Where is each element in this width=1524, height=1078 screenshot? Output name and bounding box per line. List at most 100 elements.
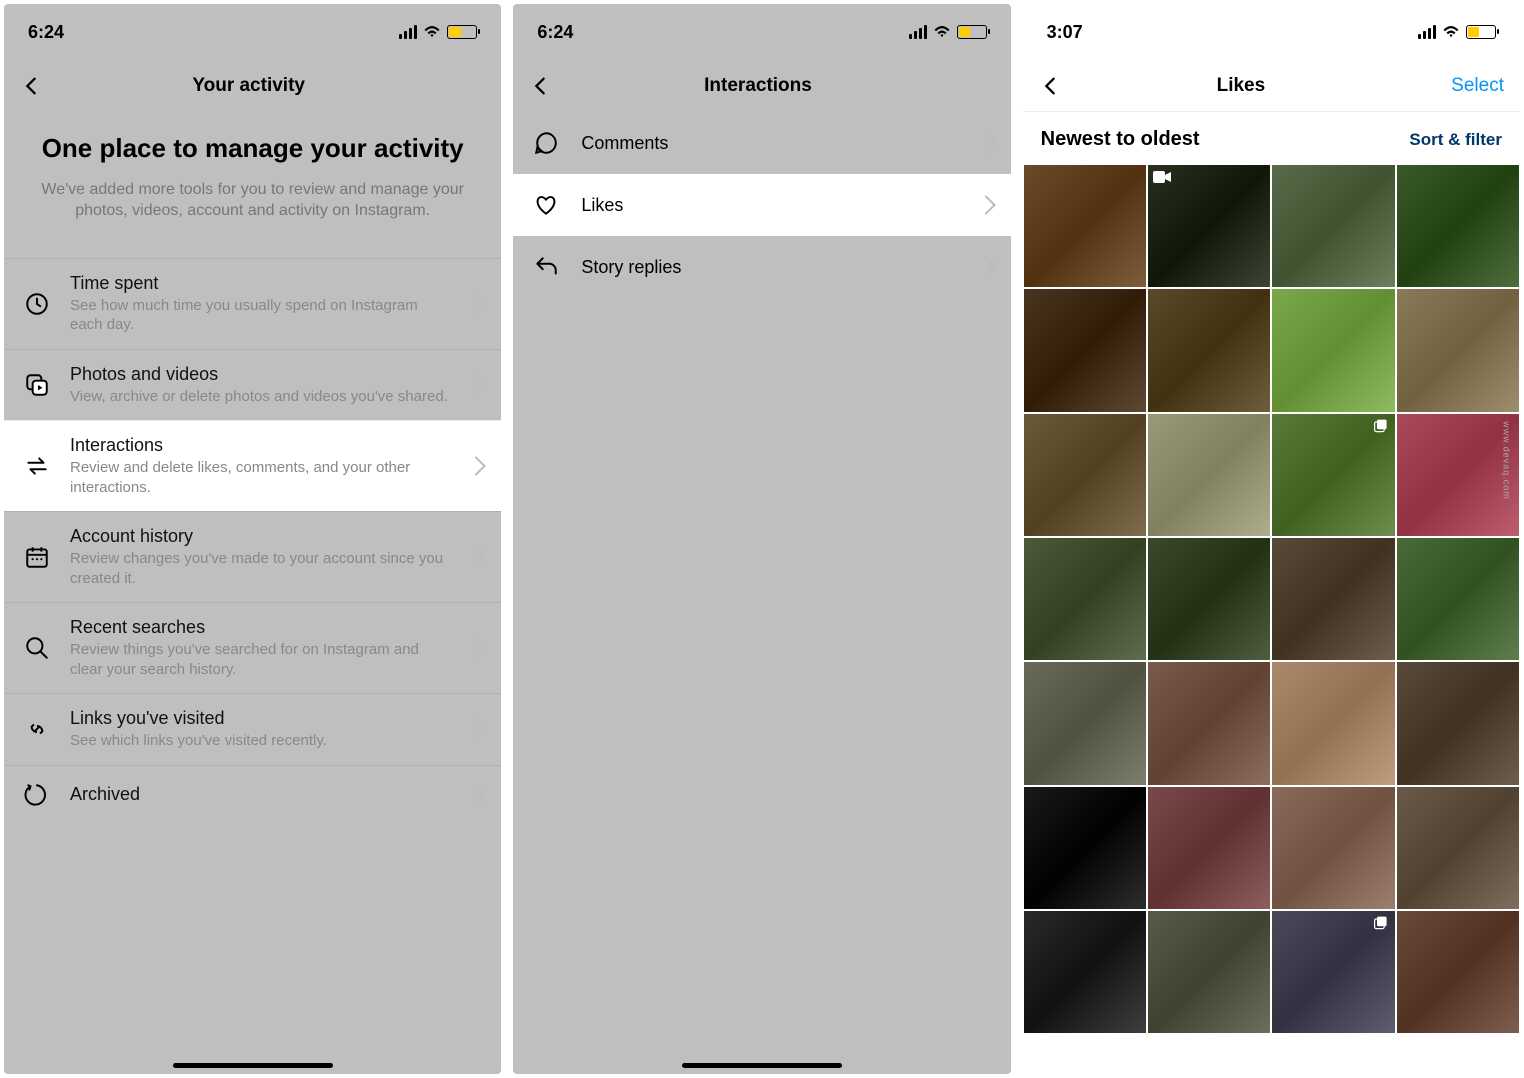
status-time: 6:24 bbox=[28, 22, 64, 43]
chevron-right-icon bbox=[466, 720, 486, 740]
liked-post-thumbnail[interactable] bbox=[1148, 787, 1270, 909]
row-subtitle: Review changes you've made to your accou… bbox=[70, 549, 451, 588]
wifi-icon bbox=[423, 25, 441, 39]
chevron-right-icon bbox=[466, 456, 486, 476]
reply-icon bbox=[531, 252, 561, 282]
row-title: Links you've visited bbox=[70, 708, 451, 729]
row-text: Time spent See how much time you usually… bbox=[70, 273, 451, 335]
carousel-badge-icon bbox=[1371, 915, 1391, 931]
row-subtitle: View, archive or delete photos and video… bbox=[70, 387, 451, 407]
nav-title: Interactions bbox=[521, 75, 994, 97]
clock-icon bbox=[22, 289, 52, 319]
liked-post-thumbnail[interactable] bbox=[1397, 289, 1519, 411]
status-time: 6:24 bbox=[537, 22, 573, 43]
liked-post-thumbnail[interactable] bbox=[1148, 538, 1270, 660]
row-label: Likes bbox=[581, 195, 958, 216]
interactions-list: Comments Likes Story replies bbox=[513, 112, 1010, 298]
interaction-row-comment[interactable]: Comments bbox=[513, 112, 1010, 174]
liked-post-thumbnail[interactable] bbox=[1024, 289, 1146, 411]
heart-icon bbox=[531, 190, 561, 220]
row-text: Archived bbox=[70, 784, 451, 805]
liked-post-thumbnail[interactable] bbox=[1397, 538, 1519, 660]
row-title: Photos and videos bbox=[70, 364, 451, 385]
row-title: Interactions bbox=[70, 435, 451, 456]
liked-post-thumbnail[interactable] bbox=[1272, 289, 1394, 411]
liked-post-thumbnail[interactable] bbox=[1397, 662, 1519, 784]
liked-post-thumbnail[interactable] bbox=[1397, 911, 1519, 1033]
interaction-row-reply[interactable]: Story replies bbox=[513, 236, 1010, 298]
liked-post-thumbnail[interactable] bbox=[1148, 911, 1270, 1033]
panel-likes: 3:07 Likes Select Newest to oldest Sort … bbox=[1023, 4, 1520, 1074]
liked-post-thumbnail[interactable] bbox=[1272, 414, 1394, 536]
wifi-icon bbox=[1442, 25, 1460, 39]
interaction-row-heart[interactable]: Likes bbox=[513, 174, 1010, 236]
liked-post-thumbnail[interactable] bbox=[1024, 911, 1146, 1033]
nav-title: Your activity bbox=[12, 75, 485, 97]
liked-post-thumbnail[interactable] bbox=[1272, 787, 1394, 909]
status-indicators bbox=[1418, 25, 1496, 39]
liked-post-thumbnail[interactable] bbox=[1148, 165, 1270, 287]
chevron-right-icon bbox=[976, 195, 996, 215]
row-title: Recent searches bbox=[70, 617, 451, 638]
watermark: www.devaq.com bbox=[1502, 421, 1512, 500]
liked-post-thumbnail[interactable] bbox=[1272, 911, 1394, 1033]
swap-icon bbox=[22, 451, 52, 481]
comment-icon bbox=[531, 128, 561, 158]
activity-row-search[interactable]: Recent searches Review things you've sea… bbox=[4, 602, 501, 693]
chevron-right-icon bbox=[976, 257, 996, 277]
liked-post-thumbnail[interactable] bbox=[1024, 538, 1146, 660]
row-label: Comments bbox=[581, 133, 958, 154]
liked-post-thumbnail[interactable] bbox=[1397, 165, 1519, 287]
nav-bar: Interactions bbox=[513, 60, 1010, 112]
activity-row-media[interactable]: Photos and videos View, archive or delet… bbox=[4, 349, 501, 421]
row-title: Time spent bbox=[70, 273, 451, 294]
home-indicator bbox=[682, 1063, 842, 1068]
liked-post-thumbnail[interactable] bbox=[1272, 538, 1394, 660]
liked-post-thumbnail[interactable] bbox=[1024, 165, 1146, 287]
carousel-badge-icon bbox=[1371, 418, 1391, 434]
liked-post-thumbnail[interactable] bbox=[1272, 662, 1394, 784]
chevron-right-icon bbox=[466, 547, 486, 567]
search-icon bbox=[22, 633, 52, 663]
liked-post-thumbnail[interactable] bbox=[1024, 414, 1146, 536]
activity-row-archive[interactable]: Archived bbox=[4, 765, 501, 824]
likes-grid bbox=[1023, 165, 1520, 1033]
hero-title: One place to manage your activity bbox=[26, 132, 479, 165]
chevron-right-icon bbox=[466, 294, 486, 314]
sort-label: Newest to oldest bbox=[1041, 128, 1200, 151]
status-indicators bbox=[399, 25, 477, 39]
row-title: Archived bbox=[70, 784, 451, 805]
status-time: 3:07 bbox=[1047, 22, 1083, 43]
row-text: Interactions Review and delete likes, co… bbox=[70, 435, 451, 497]
chevron-right-icon bbox=[466, 785, 486, 805]
chevron-right-icon bbox=[466, 375, 486, 395]
row-text: Account history Review changes you've ma… bbox=[70, 526, 451, 588]
activity-row-swap[interactable]: Interactions Review and delete likes, co… bbox=[4, 420, 501, 511]
liked-post-thumbnail[interactable] bbox=[1148, 414, 1270, 536]
select-button[interactable]: Select bbox=[1451, 75, 1504, 97]
activity-row-clock[interactable]: Time spent See how much time you usually… bbox=[4, 258, 501, 349]
activity-row-link[interactable]: Links you've visited See which links you… bbox=[4, 693, 501, 765]
battery-icon bbox=[1466, 25, 1496, 39]
liked-post-thumbnail[interactable] bbox=[1397, 787, 1519, 909]
row-subtitle: Review things you've searched for on Ins… bbox=[70, 640, 451, 679]
calendar-icon bbox=[22, 542, 52, 572]
video-badge-icon bbox=[1152, 169, 1172, 185]
status-bar: 6:24 bbox=[4, 4, 501, 60]
panel-your-activity: 6:24 Your activity One place to manage y… bbox=[4, 4, 501, 1074]
nav-title: Likes bbox=[1031, 75, 1452, 97]
activity-row-calendar[interactable]: Account history Review changes you've ma… bbox=[4, 511, 501, 602]
liked-post-thumbnail[interactable] bbox=[1148, 289, 1270, 411]
liked-post-thumbnail[interactable] bbox=[1024, 787, 1146, 909]
signal-icon bbox=[909, 25, 927, 39]
activity-list: Time spent See how much time you usually… bbox=[4, 258, 501, 824]
home-indicator bbox=[173, 1063, 333, 1068]
liked-post-thumbnail[interactable] bbox=[1148, 662, 1270, 784]
liked-post-thumbnail[interactable] bbox=[1024, 662, 1146, 784]
wifi-icon bbox=[933, 25, 951, 39]
liked-post-thumbnail[interactable] bbox=[1272, 165, 1394, 287]
chevron-right-icon bbox=[976, 133, 996, 153]
sort-filter-button[interactable]: Sort & filter bbox=[1409, 130, 1502, 150]
row-subtitle: Review and delete likes, comments, and y… bbox=[70, 458, 451, 497]
battery-icon bbox=[447, 25, 477, 39]
